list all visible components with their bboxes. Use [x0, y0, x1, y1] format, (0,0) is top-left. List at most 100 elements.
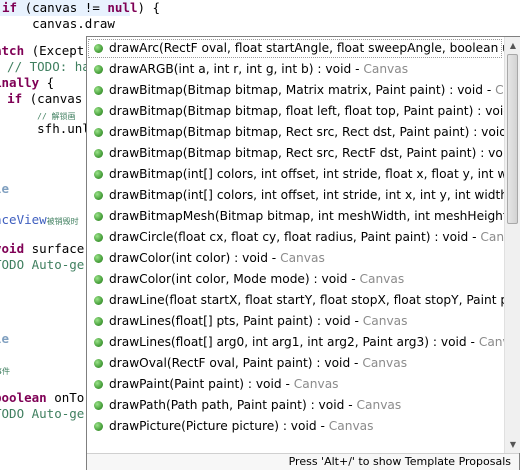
- method-signature: drawPicture(Picture picture) : void -: [109, 419, 329, 433]
- declaring-class: Canvas: [478, 335, 504, 349]
- proposal-label: drawLines(float[] arg0, int arg1, int ar…: [109, 332, 504, 353]
- code-line: le: [0, 331, 10, 346]
- code-line: TODO Auto-ge: [0, 257, 85, 272]
- declaring-class: Canvas: [480, 230, 504, 244]
- proposal-item[interactable]: drawBitmap(int[] colors, int offset, int…: [87, 164, 504, 185]
- status-bar: Press 'Alt+/' to show Template Proposals: [87, 453, 519, 470]
- public-method-icon: [94, 44, 103, 53]
- code-line: sfh.unl: [0, 121, 90, 136]
- proposal-label: drawColor(int color) : void - Canvas: [109, 248, 325, 269]
- proposal-item[interactable]: drawLines(float[] pts, Paint paint) : vo…: [87, 311, 504, 332]
- proposal-label: drawLine(float startX, float startY, flo…: [109, 290, 504, 311]
- code-line: if (canvas != null) {: [2, 0, 161, 15]
- proposal-item[interactable]: drawBitmap(Bitmap bitmap, Rect src, Rect…: [87, 122, 504, 143]
- method-signature: drawLines(float[] arg0, int arg1, int ar…: [109, 335, 479, 349]
- proposal-item[interactable]: drawLines(float[] arg0, int arg1, int ar…: [87, 332, 504, 353]
- public-method-icon: [94, 359, 103, 368]
- method-signature: drawLines(float[] pts, Paint paint) : vo…: [109, 314, 363, 328]
- public-method-icon: [94, 338, 103, 347]
- proposal-item[interactable]: drawBitmap(Bitmap bitmap, Rect src, Rect…: [87, 143, 504, 164]
- public-method-icon: [94, 65, 103, 74]
- proposal-item[interactable]: drawBitmap(Bitmap bitmap, Matrix matrix,…: [87, 80, 504, 101]
- method-signature: drawPaint(Paint paint) : void -: [109, 377, 294, 391]
- public-method-icon: [94, 422, 103, 431]
- method-signature: drawBitmap(int[] colors, int offset, int…: [109, 167, 504, 181]
- method-signature: drawBitmapMesh(Bitmap bitmap, int meshWi…: [109, 209, 504, 223]
- proposal-item[interactable]: drawBitmap(int[] colors, int offset, int…: [87, 185, 504, 206]
- declaring-class: Canvas: [359, 272, 405, 286]
- method-signature: drawOval(RectF oval, Paint paint) : void…: [109, 356, 363, 370]
- vertical-scrollbar[interactable]: ▲ ▼: [504, 37, 520, 453]
- code-line: atch (Except: [0, 43, 85, 58]
- proposal-label: drawCircle(float cx, float cy, float rad…: [109, 227, 504, 248]
- code-line: // TODO: ha: [0, 59, 90, 74]
- proposal-item[interactable]: drawBitmap(Bitmap bitmap, float left, fl…: [87, 101, 504, 122]
- proposal-label: drawBitmapMesh(Bitmap bitmap, int meshWi…: [109, 206, 504, 227]
- proposal-label: drawPath(Path path, Paint paint) : void …: [109, 395, 401, 416]
- proposal-list[interactable]: drawArc(RectF oval, float startAngle, fl…: [87, 37, 504, 453]
- declaring-class: Canvas: [293, 377, 339, 391]
- method-signature: drawBitmap(Bitmap bitmap, Rect src, Rect…: [109, 146, 504, 160]
- code-line: 事件: [0, 367, 10, 376]
- method-signature: drawColor(int color, Mode mode) : void -: [109, 272, 360, 286]
- proposal-label: drawOval(RectF oval, Paint paint) : void…: [109, 353, 407, 374]
- code-line: boolean onTo: [0, 390, 85, 405]
- scroll-up-icon[interactable]: ▲: [505, 37, 521, 54]
- proposal-item[interactable]: drawLine(float startX, float startY, flo…: [87, 290, 504, 311]
- proposal-item[interactable]: drawPaint(Paint paint) : void - Canvas: [87, 374, 504, 395]
- code-line: le: [0, 181, 10, 196]
- declaring-class: Canv: [495, 83, 504, 97]
- proposal-label: drawBitmap(int[] colors, int offset, int…: [109, 185, 504, 206]
- method-signature: drawCircle(float cx, float cy, float rad…: [109, 230, 481, 244]
- proposal-item[interactable]: drawCircle(float cx, float cy, float rad…: [87, 227, 504, 248]
- proposal-item[interactable]: drawColor(int color, Mode mode) : void -…: [87, 269, 504, 290]
- scrollbar-thumb[interactable]: [507, 54, 518, 224]
- code-line: if (canvas: [7, 91, 83, 106]
- declaring-class: Canvas: [362, 314, 408, 328]
- method-signature: drawLine(float startX, float startY, flo…: [109, 293, 504, 307]
- code-line: TODO Auto-ge: [0, 406, 85, 421]
- method-signature: drawPath(Path path, Paint paint) : void …: [109, 398, 357, 412]
- declaring-class: Canvas: [362, 356, 408, 370]
- declaring-class: Canvas: [363, 62, 409, 76]
- public-method-icon: [94, 380, 103, 389]
- proposal-label: drawBitmap(Bitmap bitmap, Matrix matrix,…: [109, 80, 504, 101]
- proposal-label: drawPicture(Picture picture) : void - Ca…: [109, 416, 373, 437]
- proposal-item[interactable]: drawBitmapMesh(Bitmap bitmap, int meshWi…: [87, 206, 504, 227]
- public-method-icon: [94, 86, 103, 95]
- public-method-icon: [94, 170, 103, 179]
- proposal-item[interactable]: drawOval(RectF oval, Paint paint) : void…: [87, 353, 504, 374]
- public-method-icon: [94, 128, 103, 137]
- method-signature: drawColor(int color) : void -: [109, 251, 281, 265]
- proposal-label: drawARGB(int a, int r, int g, int b) : v…: [109, 59, 408, 80]
- proposal-label: drawBitmap(Bitmap bitmap, float left, fl…: [109, 101, 504, 122]
- proposal-item[interactable]: drawColor(int color) : void - Canvas: [87, 248, 504, 269]
- public-method-icon: [94, 107, 103, 116]
- declaring-class: Canvas: [328, 419, 374, 433]
- method-signature: drawARGB(int a, int r, int g, int b) : v…: [109, 62, 364, 76]
- method-signature: drawBitmap(Bitmap bitmap, float left, fl…: [109, 104, 504, 118]
- proposal-item[interactable]: drawPath(Path path, Paint paint) : void …: [87, 395, 504, 416]
- proposal-item[interactable]: drawPicture(Picture picture) : void - Ca…: [87, 416, 504, 437]
- method-signature: drawBitmap(Bitmap bitmap, Matrix matrix,…: [109, 83, 496, 97]
- public-method-icon: [94, 233, 103, 242]
- proposal-label: drawPaint(Paint paint) : void - Canvas: [109, 374, 339, 395]
- code-line: inally {: [0, 75, 55, 90]
- method-signature: drawArc(RectF oval, float startAngle, fl…: [109, 41, 504, 55]
- method-signature: drawBitmap(int[] colors, int offset, int…: [109, 188, 504, 202]
- scroll-down-icon[interactable]: ▼: [505, 436, 521, 453]
- content-assist-popup[interactable]: drawArc(RectF oval, float startAngle, fl…: [86, 36, 520, 470]
- proposal-item[interactable]: drawARGB(int a, int r, int g, int b) : v…: [87, 59, 504, 80]
- proposal-item[interactable]: drawArc(RectF oval, float startAngle, fl…: [87, 38, 504, 59]
- proposal-label: drawBitmap(int[] colors, int offset, int…: [109, 164, 504, 185]
- proposal-label: drawLines(float[] pts, Paint paint) : vo…: [109, 311, 407, 332]
- declaring-class: Canvas: [356, 398, 402, 412]
- code-line: aceView被销毁时: [0, 212, 79, 227]
- public-method-icon: [94, 275, 103, 284]
- public-method-icon: [94, 296, 103, 305]
- public-method-icon: [94, 254, 103, 263]
- public-method-icon: [94, 149, 103, 158]
- code-line: void surface: [0, 241, 85, 256]
- declaring-class: Canvas: [280, 251, 325, 265]
- public-method-icon: [94, 317, 103, 326]
